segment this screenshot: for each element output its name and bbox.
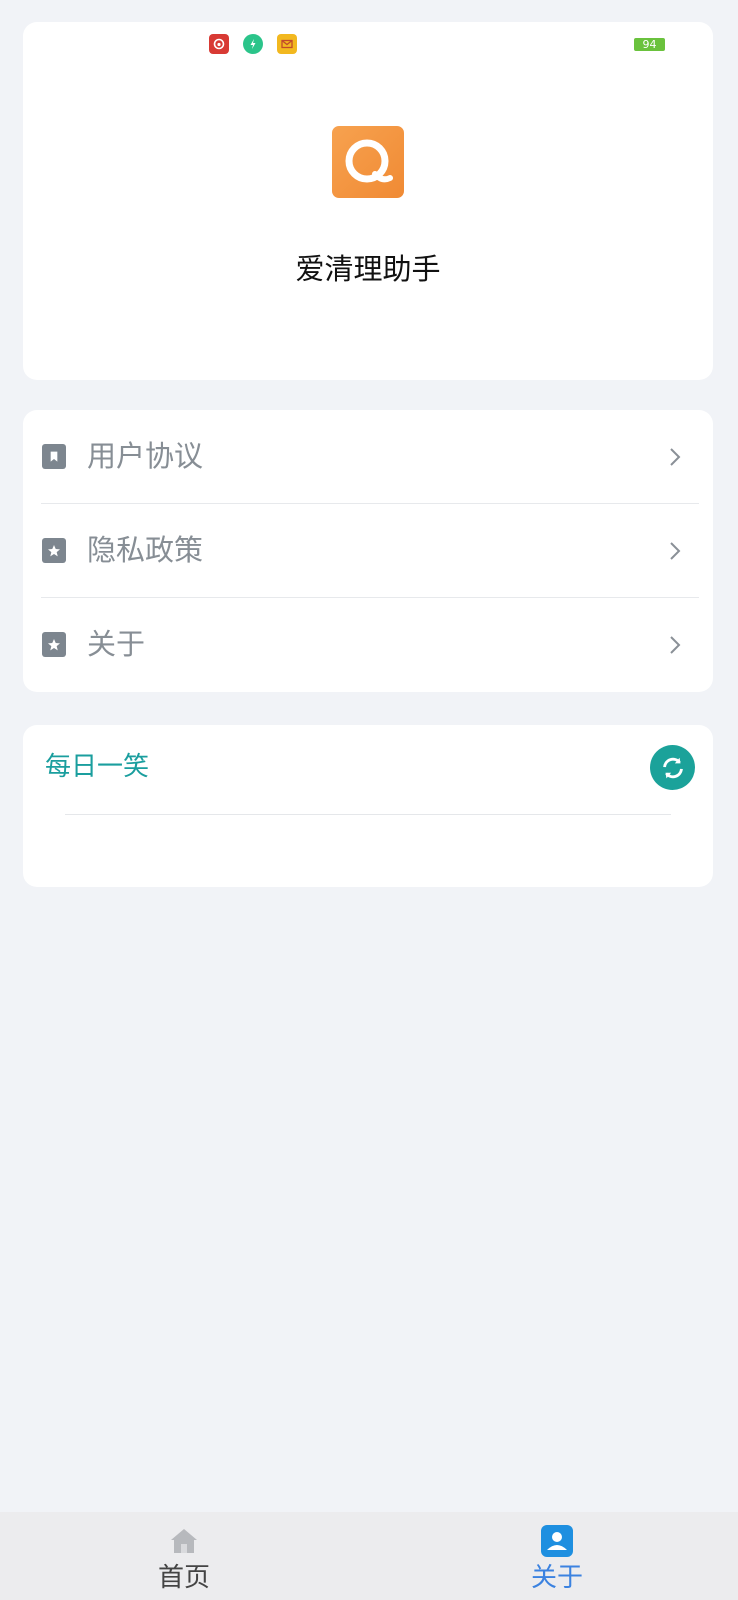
profile-icon bbox=[541, 1525, 573, 1557]
chevron-right-icon bbox=[670, 542, 681, 560]
mail-icon bbox=[277, 34, 297, 54]
battery-indicator: 94 bbox=[634, 38, 665, 51]
tab-label: 首页 bbox=[157, 1563, 210, 1593]
divider bbox=[65, 814, 671, 815]
tab-about[interactable]: 关于 bbox=[457, 1512, 657, 1600]
menu-item-label: 隐私政策 bbox=[87, 533, 204, 567]
menu-item-about[interactable]: 关于 bbox=[23, 598, 713, 692]
bottom-tab-bar: 首页 关于 bbox=[0, 1512, 738, 1600]
q-logo-icon bbox=[345, 139, 393, 183]
settings-menu: 用户协议 隐私政策 关于 bbox=[23, 410, 713, 692]
app-name: 爱清理助手 bbox=[295, 252, 441, 286]
refresh-icon bbox=[662, 757, 683, 778]
netease-music-icon bbox=[209, 34, 229, 54]
menu-item-privacy-policy[interactable]: 隐私政策 bbox=[23, 504, 713, 598]
refresh-button[interactable] bbox=[650, 745, 695, 790]
shield-bolt-icon bbox=[243, 34, 263, 54]
menu-item-user-agreement[interactable]: 用户协议 bbox=[23, 410, 713, 504]
app-header-card: 94 爱清理助手 bbox=[23, 22, 713, 380]
chevron-right-icon bbox=[670, 636, 681, 654]
menu-item-label: 关于 bbox=[87, 627, 146, 661]
tab-home[interactable]: 首页 bbox=[84, 1512, 284, 1600]
bookmark-icon bbox=[42, 444, 66, 469]
status-bar-icons bbox=[209, 34, 297, 54]
tab-label: 关于 bbox=[530, 1563, 583, 1593]
daily-joke-title: 每日一笑 bbox=[45, 752, 150, 782]
app-logo bbox=[332, 126, 404, 198]
star-icon bbox=[42, 538, 66, 563]
chevron-right-icon bbox=[670, 448, 681, 466]
menu-item-label: 用户协议 bbox=[87, 439, 204, 473]
home-icon bbox=[171, 1529, 197, 1553]
daily-joke-card: 每日一笑 bbox=[23, 725, 713, 887]
star-icon bbox=[42, 632, 66, 657]
